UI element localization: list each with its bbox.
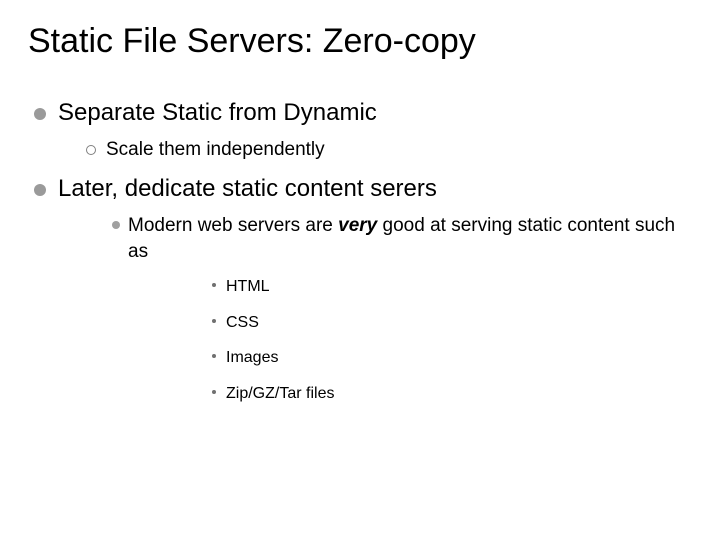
bullet-text: CSS [226,314,259,331]
sub-list: Scale them independently [58,139,692,161]
list-item: CSS [128,312,692,334]
bullet-text: Zip/GZ/Tar files [226,385,334,402]
bullet-text-pre: Modern web servers are [128,215,338,236]
slide: Static File Servers: Zero-copy Separate … [0,0,720,540]
bullet-text: HTML [226,278,270,295]
list-item: Later, dedicate static content serers Mo… [28,175,692,405]
list-item: Modern web servers are very good at serv… [58,213,692,405]
bullet-text: Separate Static from Dynamic [58,99,377,126]
list-item: Scale them independently [58,139,692,161]
bullet-text: Scale them independently [106,139,325,160]
list-item: Separate Static from Dynamic Scale them … [28,99,692,161]
slide-title: Static File Servers: Zero-copy [28,22,692,61]
list-item: Images [128,347,692,369]
bullet-text: Later, dedicate static content serers [58,175,437,202]
sub-list: Modern web servers are very good at serv… [58,213,692,405]
bullet-list: Separate Static from Dynamic Scale them … [28,99,692,405]
bullet-text-em: very [338,215,377,236]
list-item: Zip/GZ/Tar files [128,383,692,405]
bullet-text: Images [226,349,278,366]
sub-list: HTML CSS Images Zip/GZ/Tar files [128,276,692,404]
list-item: HTML [128,276,692,298]
